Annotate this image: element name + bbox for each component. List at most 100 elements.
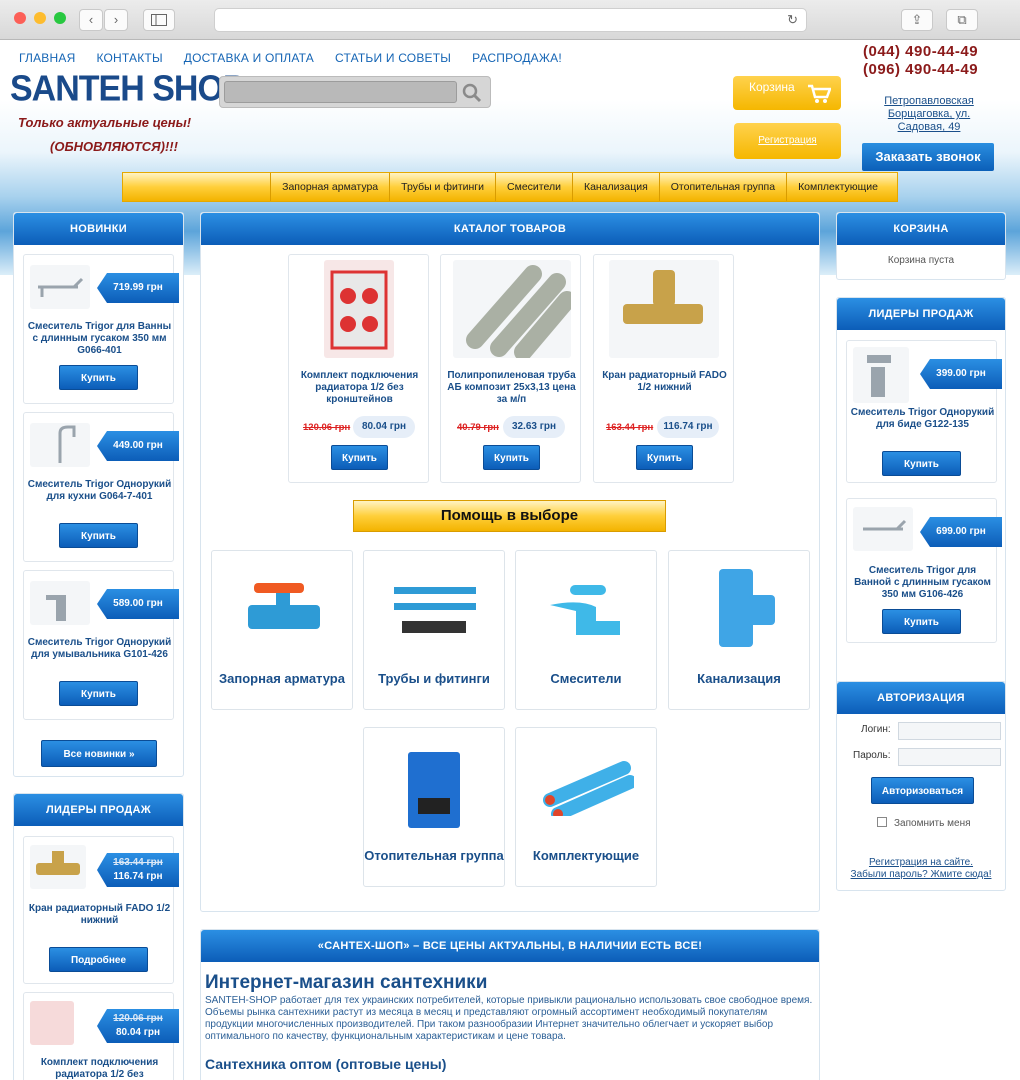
about-subheading: Сантехника оптом (оптовые цены) — [205, 1056, 447, 1072]
leader-card: 120.06 грн 80.04 грн Комплект подключени… — [23, 992, 179, 1080]
product-name[interactable]: Смеситель Trigor Однорукий для биде G122… — [849, 407, 996, 431]
product-image[interactable] — [30, 581, 90, 625]
close-window-icon[interactable] — [14, 12, 26, 24]
login-field[interactable] — [898, 722, 1001, 740]
maximize-window-icon[interactable] — [54, 12, 66, 24]
catnav-mixers[interactable]: Смесители — [495, 173, 572, 201]
product-image[interactable] — [609, 260, 719, 358]
cart-button[interactable]: Корзина — [733, 76, 841, 110]
product-image[interactable] — [30, 265, 90, 309]
catalog-product-card: Кран радиаторный FADO 1/2 нижний 163.44 … — [593, 254, 734, 483]
price-tag: 699.00 грн — [920, 517, 1002, 547]
buy-button[interactable]: Купить — [331, 445, 388, 470]
product-name[interactable]: Кран радиаторный FADO 1/2 нижний — [26, 903, 173, 927]
catnav-heating[interactable]: Отопительная группа — [658, 173, 786, 201]
old-price: 120.06 грн — [303, 422, 351, 433]
catnav-pipes[interactable]: Трубы и фитинги — [389, 173, 495, 201]
catnav-valves[interactable]: Запорная арматура — [270, 173, 389, 201]
slogan-updated: (ОБНОВЛЯЮТСЯ)!!! — [50, 139, 178, 154]
all-new-button[interactable]: Все новинки » — [41, 740, 157, 767]
back-icon[interactable]: ‹ — [79, 9, 103, 31]
tabs-icon[interactable]: ⧉ — [946, 9, 978, 31]
boiler-icon — [408, 752, 460, 828]
category-tile-sewer[interactable]: Канализация — [668, 550, 810, 710]
product-image[interactable] — [324, 260, 394, 358]
nav-contacts[interactable]: КОНТАКТЫ — [96, 51, 162, 65]
remember-label: Запомнить меня — [894, 818, 971, 829]
left-leaders-title: ЛИДЕРЫ ПРОДАЖ — [14, 794, 183, 826]
catnav-parts[interactable]: Комплектующие — [786, 173, 889, 201]
search-icon[interactable] — [462, 83, 482, 103]
buy-button[interactable]: Купить — [483, 445, 540, 470]
category-tile-heating[interactable]: Отопительная группа — [363, 727, 505, 887]
product-image[interactable] — [853, 507, 913, 551]
auth-panel: АВТОРИЗАЦИЯ Логин: Пароль: Авторизоватьс… — [836, 681, 1006, 891]
new-products-panel: НОВИНКИ 719.99 грн Смеситель Trigor для … — [13, 212, 184, 777]
buy-button[interactable]: Купить — [59, 523, 138, 548]
logo[interactable]: SANTEH SHOP — [10, 69, 246, 110]
remember-checkbox[interactable] — [877, 817, 887, 827]
product-image[interactable] — [30, 1001, 74, 1045]
nav-delivery[interactable]: ДОСТАВКА И ОПЛАТА — [184, 51, 314, 65]
leader-card: 399.00 грн Смеситель Trigor Однорукий дл… — [846, 340, 1002, 483]
buy-button[interactable]: Купить — [59, 681, 138, 706]
category-tile-parts[interactable]: Комплектующие — [515, 727, 657, 887]
current-price: 80.04 грн — [115, 1027, 161, 1038]
category-tile-mixers[interactable]: Смесители — [515, 550, 657, 710]
nav-sale[interactable]: РАСПРОДАЖА! — [472, 51, 562, 65]
product-name[interactable]: Смеситель Trigor для Ванной с длинным гу… — [849, 565, 996, 601]
phone-1: (044) 490-44-49 — [863, 43, 979, 60]
category-label: Смесители — [550, 671, 622, 686]
product-name[interactable]: Смеситель Trigor для Ванны с длинным гус… — [26, 321, 173, 357]
product-name[interactable]: Комплект подключения радиатора 1/2 без к… — [293, 370, 426, 406]
category-tile-pipes[interactable]: Трубы и фитинги — [363, 550, 505, 710]
forward-icon[interactable]: › — [104, 9, 128, 31]
current-price: 80.04 грн — [353, 416, 415, 438]
password-field[interactable] — [898, 748, 1001, 766]
register-button[interactable]: Регистрация — [734, 123, 841, 159]
forgot-password-link[interactable]: Забыли пароль? Жмите сюда! — [837, 869, 1005, 880]
login-label: Логин: — [861, 724, 891, 735]
product-name[interactable]: Смеситель Trigor Однорукий для умывальни… — [26, 637, 173, 661]
share-icon[interactable]: ⇪ — [901, 9, 933, 31]
old-price: 163.44 грн — [606, 422, 654, 433]
buy-button[interactable]: Купить — [59, 365, 138, 390]
catalog-product-card: Комплект подключения радиатора 1/2 без к… — [288, 254, 429, 483]
reload-icon[interactable]: ↻ — [787, 12, 798, 28]
product-image[interactable] — [853, 347, 909, 403]
product-image[interactable] — [30, 845, 86, 889]
product-image[interactable] — [453, 260, 576, 361]
product-name[interactable]: Полипропиленовая труба АБ композит 25х3,… — [445, 370, 578, 406]
product-image[interactable] — [30, 423, 90, 467]
help-choice-banner[interactable]: Помощь в выборе — [353, 500, 666, 532]
catalog-product-card: Полипропиленовая труба АБ композит 25х3,… — [440, 254, 581, 483]
buy-button[interactable]: Купить — [882, 609, 961, 634]
nav-articles[interactable]: СТАТЬИ И СОВЕТЫ — [335, 51, 451, 65]
product-name[interactable]: Смеситель Trigor Однорукий для кухни G06… — [26, 479, 173, 503]
search-box — [219, 76, 491, 108]
catnav-sewer[interactable]: Канализация — [571, 173, 659, 201]
old-price: 40.79 грн — [457, 422, 499, 433]
sewer-pipe-icon — [719, 569, 775, 647]
register-link[interactable]: Регистрация на сайте. — [837, 857, 1005, 868]
old-price: 163.44 грн — [113, 857, 163, 868]
current-price: 32.63 грн — [503, 416, 565, 438]
nav-home[interactable]: ГЛАВНАЯ — [19, 51, 75, 65]
login-button[interactable]: Авторизоваться — [871, 777, 974, 804]
address-link[interactable]: Петропавловская Борщаговка, ул. Садовая,… — [866, 95, 992, 134]
address-bar[interactable]: ↻ — [214, 8, 807, 32]
product-name[interactable]: Комплект подключения радиатора 1/2 без — [26, 1057, 173, 1080]
category-tile-valves[interactable]: Запорная арматура — [211, 550, 353, 710]
sidebar-icon[interactable] — [143, 9, 175, 31]
buy-button[interactable]: Купить — [636, 445, 693, 470]
search-input[interactable] — [224, 81, 457, 103]
product-name[interactable]: Кран радиаторный FADO 1/2 нижний — [598, 370, 731, 394]
category-label: Отопительная группа — [364, 848, 504, 863]
details-button[interactable]: Подробнее — [49, 947, 148, 972]
price-tag: 399.00 грн — [920, 359, 1002, 389]
buy-button[interactable]: Купить — [882, 451, 961, 476]
new-product-card: 449.00 грн Смеситель Trigor Однорукий дл… — [23, 412, 179, 562]
new-product-card: 719.99 грн Смеситель Trigor для Ванны с … — [23, 254, 179, 404]
minimize-window-icon[interactable] — [34, 12, 46, 24]
callback-button[interactable]: Заказать звонок — [862, 143, 994, 171]
